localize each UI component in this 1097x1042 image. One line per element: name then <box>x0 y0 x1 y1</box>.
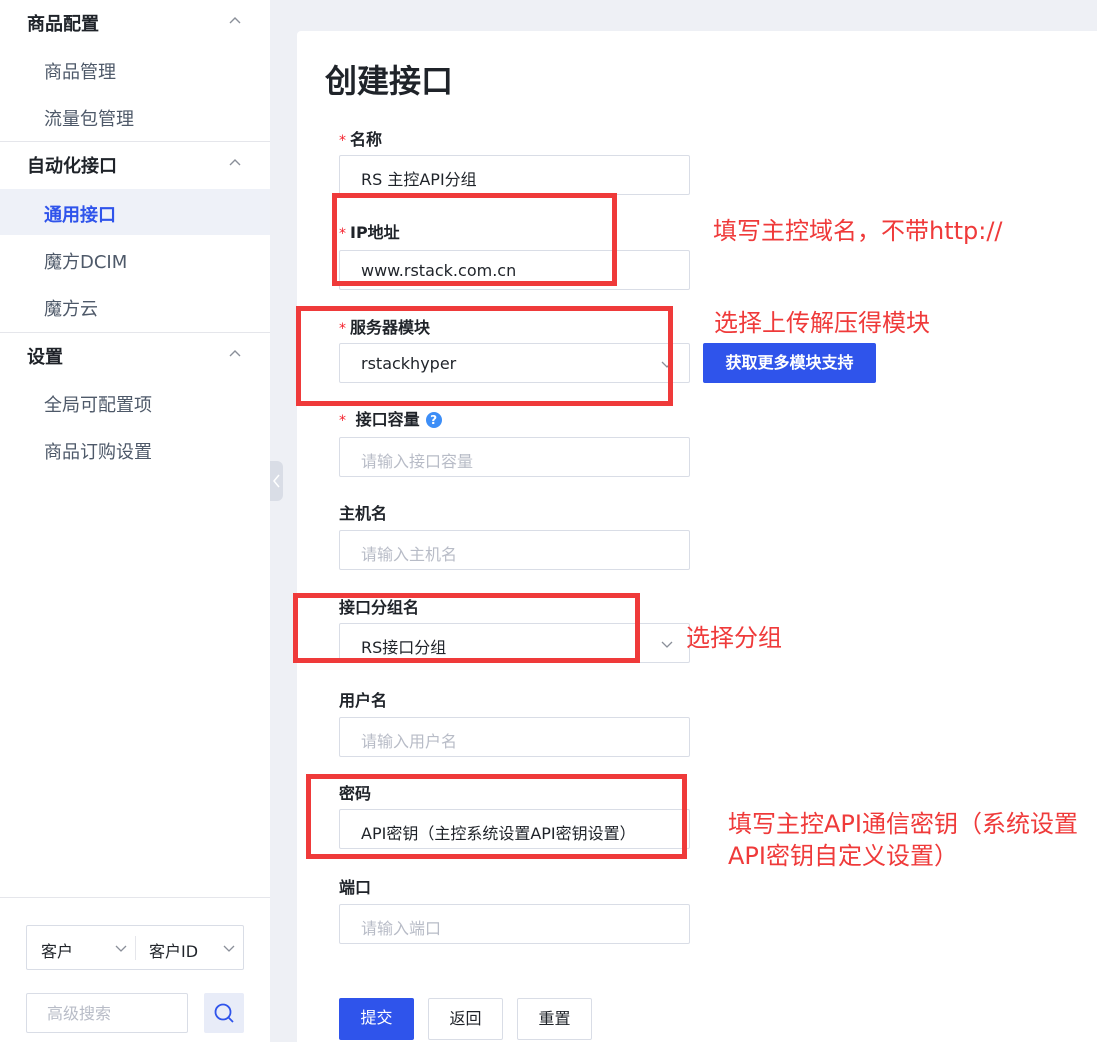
chevron-up-icon <box>229 350 241 357</box>
chevron-down-icon <box>661 641 673 648</box>
chevron-up-icon <box>229 17 241 24</box>
sidebar-item-label: 通用接口 <box>44 205 116 226</box>
hostname-label: 主机名 <box>339 504 388 523</box>
input-placeholder: 请输入接口容量 <box>361 452 474 471</box>
nav-section-title: 设置 <box>27 347 63 368</box>
port-input[interactable]: 请输入端口 <box>339 904 690 944</box>
input-value: RS 主控API分组 <box>361 170 477 189</box>
sidebar: 商品配置 商品管理 流量包管理 自动化接口 通用接口 魔方DCIM 魔方云 设置… <box>0 0 270 1042</box>
label-text: 名称 <box>350 130 383 149</box>
sidebar-item-general-interface[interactable]: 通用接口 <box>0 189 270 235</box>
nav-section-product-config[interactable]: 商品配置 <box>0 0 270 46</box>
nav-section-title: 自动化接口 <box>27 156 117 177</box>
search-filter-select-group: 客户 客户ID <box>26 925 244 970</box>
annotation-text-group: 选择分组 <box>686 624 782 652</box>
port-label: 端口 <box>339 878 372 897</box>
back-button[interactable]: 返回 <box>428 998 503 1040</box>
input-placeholder: 请输入端口 <box>361 919 442 938</box>
divider <box>0 897 270 898</box>
sidebar-item-label: 流量包管理 <box>44 109 134 130</box>
annotation-box-module <box>296 306 673 406</box>
annotation-text-module: 选择上传解压得模块 <box>714 309 930 337</box>
select-value: 客户ID <box>149 942 199 961</box>
sidebar-item-label: 商品订购设置 <box>44 442 152 463</box>
hostname-input[interactable]: 请输入主机名 <box>339 530 690 570</box>
sidebar-item-dcim[interactable]: 魔方DCIM <box>0 236 270 282</box>
sidebar-item-order-settings[interactable]: 商品订购设置 <box>0 426 270 472</box>
label-text: 接口容量 <box>355 410 420 429</box>
annotation-text-password-line2: API密钥自定义设置） <box>728 842 958 870</box>
sidebar-item-label: 魔方云 <box>44 299 98 320</box>
sidebar-item-product-management[interactable]: 商品管理 <box>0 46 270 92</box>
sidebar-item-traffic-package[interactable]: 流量包管理 <box>0 93 270 139</box>
sidebar-item-label: 全局可配置项 <box>44 395 152 416</box>
username-label: 用户名 <box>339 691 388 710</box>
nav-section-auto-interface[interactable]: 自动化接口 <box>0 142 270 188</box>
required-mark: * <box>339 413 346 429</box>
sidebar-item-global-config[interactable]: 全局可配置项 <box>0 379 270 425</box>
input-placeholder: 请输入用户名 <box>361 732 458 751</box>
annotation-box-group <box>293 593 640 663</box>
nav-section-settings[interactable]: 设置 <box>0 333 270 379</box>
chevron-down-icon <box>223 945 235 952</box>
advanced-search-input[interactable] <box>26 993 188 1033</box>
get-more-modules-button[interactable]: 获取更多模块支持 <box>703 343 876 383</box>
capacity-input[interactable]: 请输入接口容量 <box>339 437 690 477</box>
required-mark: * <box>339 133 346 149</box>
sidebar-item-label: 商品管理 <box>44 62 116 83</box>
input-placeholder: 请输入主机名 <box>361 545 458 564</box>
name-label: * 名称 <box>339 126 382 150</box>
annotation-text-password-line1: 填写主控API通信密钥（系统设置 <box>728 810 1078 838</box>
help-icon[interactable]: ? <box>425 412 442 428</box>
customer-type-select[interactable]: 客户 <box>27 926 135 969</box>
submit-button[interactable]: 提交 <box>339 998 414 1040</box>
sidebar-item-label: 魔方DCIM <box>44 252 128 273</box>
reset-button[interactable]: 重置 <box>517 998 592 1040</box>
annotation-box-password <box>306 774 687 859</box>
chevron-left-icon <box>273 474 280 488</box>
capacity-label: * 接口容量? <box>339 406 442 430</box>
page-title: 创建接口 <box>325 62 454 100</box>
chevron-down-icon <box>115 945 127 952</box>
customer-field-select[interactable]: 客户ID <box>135 926 243 969</box>
select-value: 客户 <box>41 942 74 961</box>
username-input[interactable]: 请输入用户名 <box>339 717 690 757</box>
annotation-box-ip <box>332 193 617 286</box>
sidebar-collapse-handle[interactable] <box>270 461 283 501</box>
name-input[interactable]: RS 主控API分组 <box>339 155 690 195</box>
search-button[interactable] <box>204 993 244 1033</box>
chevron-up-icon <box>229 159 241 166</box>
search-icon <box>214 1003 234 1023</box>
nav-section-title: 商品配置 <box>27 14 99 35</box>
annotation-text-ip: 填写主控域名，不带http:// <box>713 217 1003 245</box>
sidebar-item-cloud[interactable]: 魔方云 <box>0 283 270 329</box>
